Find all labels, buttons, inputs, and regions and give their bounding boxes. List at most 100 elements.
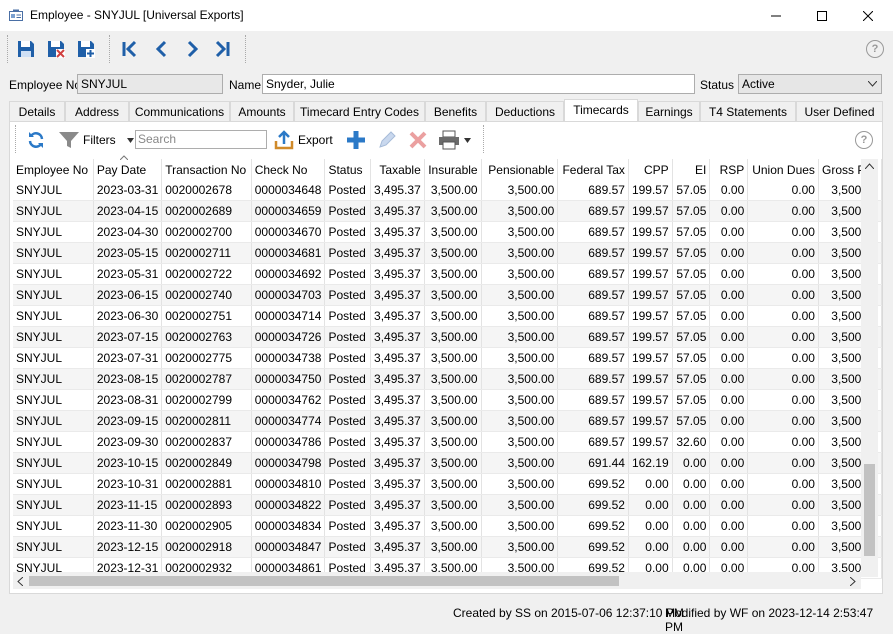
table-row[interactable]: SNYJUL 2023-10-31 0020002881 0000034810 Post… <box>13 473 883 495</box>
column-header[interactable]: Insurable <box>424 159 482 180</box>
table-cell: 199.57 <box>628 284 673 306</box>
table-row[interactable]: SNYJUL 2023-09-15 0020002811 0000034774 Post… <box>13 410 883 432</box>
tab-t4-statements[interactable]: T4 Statements <box>700 101 796 121</box>
tab-amounts[interactable]: Amounts <box>230 101 294 121</box>
table-row[interactable]: SNYJUL 2023-05-15 0020002711 0000034681 Post… <box>13 242 883 264</box>
tab-deductions[interactable]: Deductions <box>486 101 564 121</box>
column-header[interactable]: Employee No <box>13 159 94 180</box>
column-header[interactable]: Status <box>324 159 372 180</box>
save-button[interactable] <box>14 37 38 61</box>
timecards-toolbar: Filters Search Export ? <box>10 122 882 156</box>
table-row[interactable]: SNYJUL 2023-06-15 0020002740 0000034703 Post… <box>13 284 883 306</box>
table-row[interactable]: SNYJUL 2023-05-31 0020002722 0000034692 Post… <box>13 263 883 285</box>
scroll-left-icon[interactable] <box>17 577 23 586</box>
table-cell: 689.57 <box>557 368 629 390</box>
last-record-button[interactable] <box>210 37 234 61</box>
next-record-icon <box>187 40 199 58</box>
scroll-right-icon[interactable] <box>850 577 856 586</box>
table-cell: 3,500.00 <box>424 452 482 474</box>
table-row[interactable]: SNYJUL 2023-04-30 0020002700 0000034670 Post… <box>13 221 883 243</box>
status-select[interactable]: Active <box>738 74 882 94</box>
table-cell: 0020002881 <box>161 473 252 495</box>
tab-communications[interactable]: Communications <box>129 101 230 121</box>
table-cell: 0000034786 <box>251 431 326 453</box>
help-icon[interactable]: ? <box>866 40 884 58</box>
table-cell: 3,495.37 <box>370 221 425 243</box>
table-cell: 0020002751 <box>161 305 252 327</box>
table-row[interactable]: SNYJUL 2023-08-31 0020002799 0000034762 Post… <box>13 389 883 411</box>
column-header[interactable]: CPP <box>628 159 673 180</box>
column-header[interactable]: Check No <box>251 159 326 180</box>
employee-no-field[interactable]: SNYJUL <box>77 74 223 94</box>
table-cell: 0000034847 <box>251 536 326 558</box>
table-row[interactable]: SNYJUL 2023-11-15 0020002893 0000034822 Post… <box>13 494 883 516</box>
previous-record-button[interactable] <box>150 37 174 61</box>
table-row[interactable]: SNYJUL 2023-08-15 0020002787 0000034750 Post… <box>13 368 883 390</box>
add-button[interactable] <box>345 129 367 151</box>
table-cell: 57.05 <box>672 347 711 369</box>
horizontal-scrollbar[interactable] <box>13 572 861 589</box>
save-delete-button[interactable] <box>44 37 68 61</box>
table-cell: Posted <box>324 494 372 516</box>
table-row[interactable]: SNYJUL 2023-06-30 0020002751 0000034714 Post… <box>13 305 883 327</box>
name-field[interactable]: Snyder, Julie <box>262 74 695 94</box>
column-header[interactable]: Transaction No <box>161 159 252 180</box>
tab-earnings[interactable]: Earnings <box>638 101 700 121</box>
column-header[interactable]: Union Dues <box>747 159 819 180</box>
table-cell: 2023-04-30 <box>93 221 163 243</box>
tab-details[interactable]: Details <box>9 101 65 121</box>
vertical-scroll-thumb[interactable] <box>864 464 875 556</box>
tab-timecard-entry-codes[interactable]: Timecard Entry Codes <box>294 101 425 121</box>
table-cell: Posted <box>324 221 372 243</box>
tab-timecards[interactable]: Timecards <box>564 99 638 122</box>
search-input[interactable]: Search <box>135 130 267 149</box>
table-row[interactable]: SNYJUL 2023-09-30 0020002837 0000034786 Post… <box>13 431 883 453</box>
horizontal-scroll-thumb[interactable] <box>29 576 619 586</box>
first-record-button[interactable] <box>118 37 142 61</box>
table-row[interactable]: SNYJUL 2023-11-30 0020002905 0000034834 Post… <box>13 515 883 537</box>
export-button[interactable]: Export <box>274 129 333 151</box>
table-cell: 0.00 <box>672 452 711 474</box>
table-cell: SNYJUL <box>13 494 94 516</box>
table-cell: 3,500.00 <box>424 284 482 306</box>
table-cell: 3,500.00 <box>424 200 482 222</box>
scroll-up-icon[interactable] <box>865 163 874 169</box>
next-record-button[interactable] <box>180 37 204 61</box>
tab-user-defined[interactable]: User Defined <box>796 101 883 121</box>
help-icon[interactable]: ? <box>855 131 873 149</box>
print-button[interactable] <box>438 129 471 151</box>
vertical-scrollbar[interactable] <box>861 159 878 577</box>
maximize-button[interactable] <box>799 0 845 31</box>
column-header[interactable]: Federal Tax <box>557 159 629 180</box>
table-cell: 57.05 <box>672 221 711 243</box>
table-cell: 0020002849 <box>161 452 252 474</box>
table-row[interactable]: SNYJUL 2023-03-31 0020002678 0000034648 Post… <box>13 180 883 201</box>
column-header[interactable]: Pensionable <box>481 159 559 180</box>
save-new-button[interactable] <box>74 37 98 61</box>
minimize-button[interactable] <box>753 0 799 31</box>
table-cell: 57.05 <box>672 263 711 285</box>
table-cell: 3,500.00 <box>424 536 482 558</box>
edit-button[interactable] <box>377 129 397 151</box>
table-row[interactable]: SNYJUL 2023-04-15 0020002689 0000034659 Post… <box>13 200 883 222</box>
table-cell: 2023-07-31 <box>93 347 163 369</box>
table-cell: 3,495.37 <box>370 263 425 285</box>
table-row[interactable]: SNYJUL 2023-07-15 0020002763 0000034726 Post… <box>13 326 883 348</box>
window-title: Employee - SNYJUL [Universal Exports] <box>30 8 244 22</box>
filters-button[interactable]: Filters <box>58 129 134 151</box>
table-row[interactable]: SNYJUL 2023-07-31 0020002775 0000034738 Post… <box>13 347 883 369</box>
close-button[interactable] <box>845 0 891 31</box>
table-cell: 2023-08-15 <box>93 368 163 390</box>
refresh-button[interactable] <box>26 129 46 151</box>
column-header[interactable]: EI <box>672 159 711 180</box>
column-header[interactable]: RSP <box>709 159 749 180</box>
table-row[interactable]: SNYJUL 2023-10-15 0020002849 0000034798 Post… <box>13 452 883 474</box>
table-cell: 3,500.00 <box>481 284 559 306</box>
tab-benefits[interactable]: Benefits <box>425 101 486 121</box>
table-row[interactable]: SNYJUL 2023-12-15 0020002918 0000034847 Post… <box>13 536 883 558</box>
delete-button[interactable] <box>408 129 428 151</box>
column-header-sorted[interactable]: Pay Date <box>93 159 163 180</box>
tab-address[interactable]: Address <box>65 101 129 121</box>
column-header[interactable]: Taxable <box>370 159 425 180</box>
table-cell: 3,500.00 <box>424 221 482 243</box>
